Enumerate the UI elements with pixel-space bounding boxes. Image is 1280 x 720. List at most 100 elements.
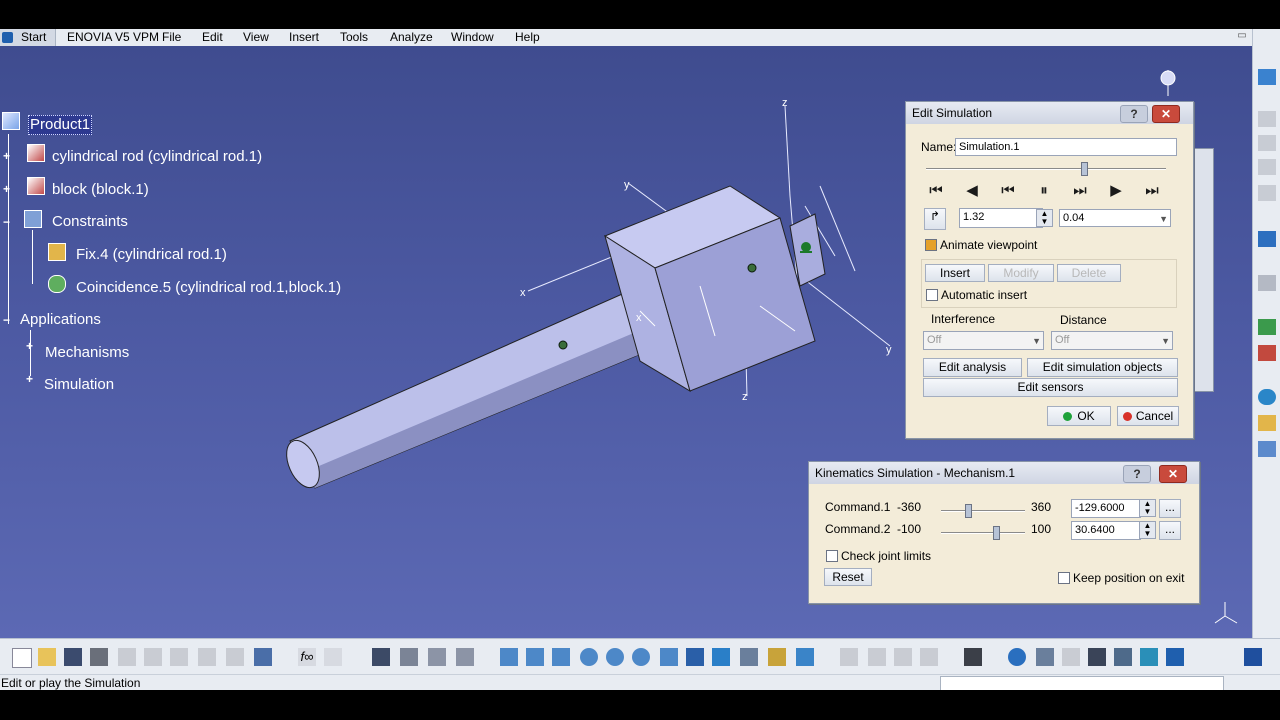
whats-this-icon[interactable]	[254, 648, 272, 666]
toolbar-tool-icon[interactable]	[1258, 185, 1276, 201]
pause-icon[interactable]: ⏸	[1031, 180, 1057, 202]
toolbar-tool-icon[interactable]	[920, 648, 938, 666]
step-forward-icon[interactable]: ▶	[1103, 180, 1129, 202]
play-back-icon[interactable]: ⏮	[995, 180, 1021, 202]
distance-combo[interactable]: Off ▼	[1051, 331, 1173, 350]
menu-file[interactable]: File	[162, 30, 181, 45]
zoom-out-icon[interactable]	[632, 648, 650, 666]
iso-view-icon[interactable]	[712, 648, 730, 666]
toolbar-tool-icon[interactable]	[1258, 159, 1276, 175]
command1-more-button[interactable]: ...	[1159, 499, 1181, 518]
menu-analyze[interactable]: Analyze	[390, 30, 433, 45]
toolbar-tool-icon[interactable]	[428, 648, 446, 666]
cut-icon[interactable]	[118, 648, 136, 666]
compass-icon[interactable]	[1160, 70, 1176, 96]
name-field[interactable]: Simulation.1	[955, 138, 1177, 156]
toolbar-tool-icon[interactable]	[1036, 648, 1054, 666]
tree-simulation[interactable]: Simulation	[44, 376, 114, 394]
fly-mode-icon[interactable]	[500, 648, 518, 666]
toolbar-tool-icon[interactable]	[840, 648, 858, 666]
menu-tools[interactable]: Tools	[340, 30, 368, 45]
close-button[interactable]: ✕	[1152, 105, 1180, 123]
command1-value[interactable]: -129.6000	[1071, 499, 1141, 518]
animate-viewpoint-checkbox[interactable]	[925, 239, 937, 251]
toolbar-tool-icon[interactable]	[1258, 135, 1276, 151]
toolbar-tool-icon[interactable]	[1088, 648, 1106, 666]
menu-view[interactable]: View	[243, 30, 269, 45]
edit-sensors-button[interactable]: Edit sensors	[923, 378, 1178, 397]
multi-view-icon[interactable]	[686, 648, 704, 666]
save-icon[interactable]	[64, 648, 82, 666]
toolbar-tool-icon[interactable]	[868, 648, 886, 666]
toolbar-tool-icon[interactable]	[1166, 648, 1184, 666]
toolbar-tool-icon[interactable]	[1258, 69, 1276, 85]
loop-mode-icon[interactable]: ↱	[924, 208, 946, 230]
tree-product1[interactable]: Product1	[28, 115, 93, 135]
normal-view-icon[interactable]	[660, 648, 678, 666]
toolbar-tool-icon[interactable]	[1008, 648, 1026, 666]
command1-slider[interactable]	[941, 510, 1025, 512]
step-combo[interactable]: 0.04 ▼	[1059, 209, 1171, 227]
camera-icon[interactable]	[964, 648, 982, 666]
toolbar-tool-icon[interactable]	[1258, 441, 1276, 457]
toolbar-tool-icon[interactable]	[456, 648, 474, 666]
toolbar-tool-icon[interactable]	[1258, 275, 1276, 291]
toolbar-tool-icon[interactable]	[1258, 345, 1276, 361]
grid-icon[interactable]	[372, 648, 390, 666]
hide-show-icon[interactable]	[768, 648, 786, 666]
toolbar-tool-icon[interactable]	[400, 648, 418, 666]
ok-button[interactable]: OK	[1047, 406, 1111, 426]
time-slider-thumb[interactable]	[1081, 162, 1089, 176]
command2-value[interactable]: 30.6400	[1071, 521, 1141, 540]
command2-spinner[interactable]: ▲ ▼	[1139, 521, 1156, 539]
step-back-icon[interactable]: ◀	[959, 180, 985, 202]
expand-icon[interactable]: +	[26, 373, 35, 385]
modify-button[interactable]: Modify	[988, 264, 1054, 282]
comment-icon[interactable]	[324, 648, 342, 666]
print-icon[interactable]	[90, 648, 108, 666]
tree-mechanisms[interactable]: Mechanisms	[45, 344, 129, 362]
paste-icon[interactable]	[170, 648, 188, 666]
expand-icon[interactable]: +	[26, 340, 35, 352]
redo-icon[interactable]	[226, 648, 244, 666]
edit-simulation-objects-button[interactable]: Edit simulation objects	[1027, 358, 1178, 377]
fit-all-icon[interactable]	[526, 648, 544, 666]
tree-applications[interactable]: Applications	[20, 311, 101, 329]
tree-block[interactable]: block (block.1)	[52, 181, 149, 199]
tree-cylindrical-rod[interactable]: cylindrical rod (cylindrical rod.1)	[52, 148, 262, 166]
collapse-icon[interactable]: −	[3, 314, 12, 326]
tree-coincidence[interactable]: Coincidence.5 (cylindrical rod.1,block.1…	[76, 279, 341, 297]
automatic-insert-checkbox[interactable]	[926, 289, 938, 301]
step-spinner[interactable]: ▲ ▼	[1036, 209, 1053, 227]
expand-icon[interactable]: +	[3, 150, 12, 162]
toolbar-tool-icon[interactable]	[1062, 648, 1080, 666]
toolbar-tool-icon[interactable]	[1140, 648, 1158, 666]
copy-icon[interactable]	[144, 648, 162, 666]
play-forward-icon[interactable]: ⏭	[1067, 180, 1093, 202]
jump-start-icon[interactable]: ⏮	[923, 180, 949, 202]
step-value-field[interactable]: 1.32	[959, 208, 1043, 228]
toolbar-tool-icon[interactable]	[1258, 319, 1276, 335]
command2-thumb[interactable]	[992, 526, 1000, 540]
command1-spinner[interactable]: ▲ ▼	[1139, 499, 1156, 517]
minimize-icon[interactable]: ▭	[1237, 31, 1247, 41]
menu-window[interactable]: Window	[451, 30, 494, 45]
command1-thumb[interactable]	[964, 504, 972, 518]
toolbar-tool-icon[interactable]	[1258, 415, 1276, 431]
tree-constraints[interactable]: Constraints	[52, 213, 128, 231]
interference-combo[interactable]: Off ▼	[923, 331, 1044, 350]
insert-button[interactable]: Insert	[925, 264, 985, 282]
undo-icon[interactable]	[198, 648, 216, 666]
keep-position-checkbox[interactable]	[1058, 572, 1070, 584]
jump-end-icon[interactable]: ⏭	[1139, 180, 1165, 202]
menu-insert[interactable]: Insert	[289, 30, 319, 45]
command2-slider[interactable]	[941, 532, 1025, 534]
edit-analysis-button[interactable]: Edit analysis	[923, 358, 1022, 377]
delete-button[interactable]: Delete	[1057, 264, 1121, 282]
menu-edit[interactable]: Edit	[202, 30, 223, 45]
cursor-icon[interactable]	[1258, 231, 1276, 247]
check-joint-limits-checkbox[interactable]	[826, 550, 838, 562]
toolbar-tool-icon[interactable]	[894, 648, 912, 666]
swap-space-icon[interactable]	[796, 648, 814, 666]
menu-help[interactable]: Help	[515, 30, 540, 45]
